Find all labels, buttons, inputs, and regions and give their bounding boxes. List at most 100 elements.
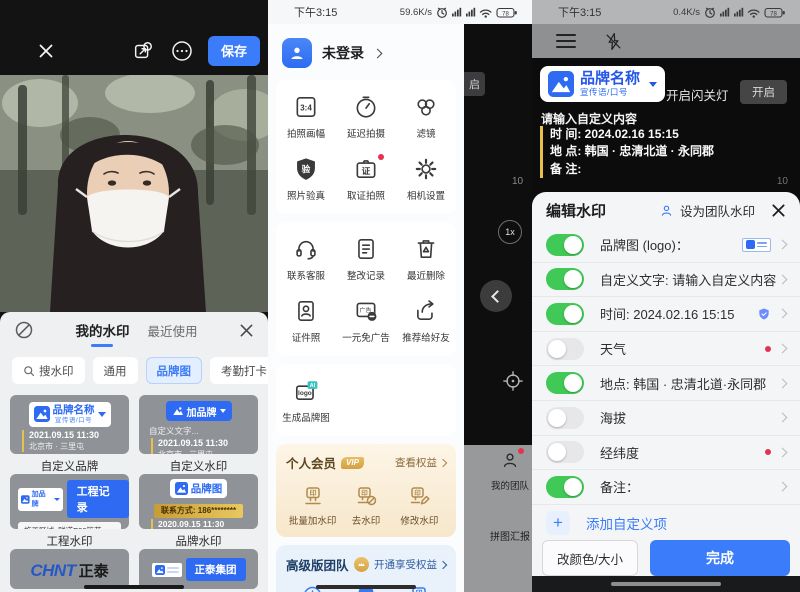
stamp-edit-icon: 印 xyxy=(407,484,431,508)
brand-watermark-badge[interactable]: 品牌名称宣传语/口号 xyxy=(540,66,665,102)
export-icon[interactable] xyxy=(132,40,154,62)
watermark-label: 自定义品牌 xyxy=(10,454,129,474)
chevron-right-icon xyxy=(778,274,788,284)
more-options-icon[interactable] xyxy=(170,39,194,63)
watermark-card-custom-brand[interactable]: 品牌名称宣传语/口号 2021.09.15 11:30北京市 · 三里屯 xyxy=(10,395,129,454)
image-icon xyxy=(21,495,30,504)
edit-watermark-sheet: 编辑水印 设为团队水印 品牌图 (logo)：自定义文字: 请输入自定义内容时间… xyxy=(532,192,800,592)
menu-item-aspect-ratio[interactable]: 3:4拍照画幅 xyxy=(276,85,336,147)
category-tab-2[interactable]: 考勤打卡 xyxy=(210,357,268,384)
field-row-2[interactable]: 时间: 2024.02.16 15:15 xyxy=(532,297,800,332)
no-watermark-icon[interactable] xyxy=(14,320,34,340)
toggle-on[interactable] xyxy=(546,476,584,498)
on-button-fragment[interactable]: 启 xyxy=(464,72,485,96)
vip-item-stamp-remove[interactable]: 印去水印 xyxy=(339,478,392,533)
records-icon xyxy=(353,236,379,262)
chevron-right-icon xyxy=(373,48,383,58)
watermark-card-chint-group[interactable]: 正泰集团 xyxy=(139,549,258,589)
category-tabs: 搜水印 通用品牌图考勤打卡工程记录 xyxy=(0,348,268,391)
svg-text:AI: AI xyxy=(310,383,316,389)
vip-badge: VIP xyxy=(341,457,364,469)
puzzle-report-label[interactable]: 拼图汇报 xyxy=(490,528,530,543)
add-custom-item-row[interactable]: + 添加自定义项 xyxy=(532,505,800,541)
menu-item-filter[interactable]: 滤镜 xyxy=(396,85,456,147)
toggle-off[interactable] xyxy=(546,338,584,360)
filter-icon xyxy=(413,94,439,120)
field-row-6[interactable]: 经纬度 xyxy=(532,436,800,471)
menu-item-trash[interactable]: 最近删除 xyxy=(396,227,456,289)
done-button[interactable]: 完成 xyxy=(650,540,790,576)
home-indicator xyxy=(316,585,416,589)
toggle-on[interactable] xyxy=(546,372,584,394)
toggle-on[interactable] xyxy=(546,303,584,325)
vip-item-stamp-edit[interactable]: 印修改水印 xyxy=(393,478,446,533)
menu-drawer-panel: 下午3:15 59.6K/s 78 启 10 1x 我的团队 拼图汇报 xyxy=(268,0,532,592)
menu-icon[interactable] xyxy=(556,34,576,49)
image-icon xyxy=(172,405,184,417)
change-color-size-button[interactable]: 改颜色/大小 xyxy=(542,540,638,576)
login-row[interactable]: 未登录 xyxy=(268,24,464,80)
menu-item-timer[interactable]: 延迟拍摄 xyxy=(336,85,396,147)
tab-my-watermarks[interactable]: 我的水印 xyxy=(75,320,129,340)
field-row-7[interactable]: 备注： xyxy=(532,470,800,505)
menu-item-settings[interactable]: 相机设置 xyxy=(396,147,456,209)
tab-recently-used[interactable]: 最近使用 xyxy=(147,321,197,340)
custom-content-placeholder[interactable]: 请输入自定义内容 xyxy=(541,110,637,127)
id-photo-icon xyxy=(293,298,319,324)
camera-toolbar xyxy=(532,24,800,58)
activate-benefits-link[interactable]: 开通享受权益 xyxy=(374,557,446,572)
home-indicator xyxy=(84,585,184,589)
field-row-0[interactable]: 品牌图 (logo)： xyxy=(532,228,800,263)
save-button[interactable]: 保存 xyxy=(208,36,260,66)
menu-item-evidence-camera[interactable]: 证取证拍照 xyxy=(336,147,396,209)
notification-dot xyxy=(378,154,384,160)
menu-item-support[interactable]: 联系客服 xyxy=(276,227,336,289)
close-sheet-icon[interactable] xyxy=(771,203,786,218)
field-row-1[interactable]: 自定义文字: 请输入自定义内容 xyxy=(532,263,800,298)
my-team-button[interactable]: 我的团队 xyxy=(490,450,530,492)
watermark-card-custom[interactable]: 加品牌 自定义文字... 2021.09.15 11:30北京市 · 三里屯 xyxy=(139,395,258,454)
camera-preview: 品牌名称宣传语/口号 开启闪关灯 开启 请输入自定义内容 时 间: 2024.0… xyxy=(532,58,800,192)
chevron-right-icon xyxy=(439,560,447,568)
menu-item-share[interactable]: 推荐给好友 xyxy=(396,289,456,351)
toggle-on[interactable] xyxy=(546,268,584,290)
watermark-picker-sheet: 我的水印 最近使用 搜水印 通用品牌图考勤打卡工程记录 xyxy=(0,312,268,592)
menu-item-ai-logo[interactable]: logoAI生成品牌图 xyxy=(276,369,336,431)
close-icon[interactable] xyxy=(38,43,54,59)
note-line: 备 注: xyxy=(550,161,714,178)
ad-free-icon: 广告 xyxy=(353,298,379,324)
category-tab-1[interactable]: 品牌图 xyxy=(146,357,203,384)
view-benefits-link[interactable]: 查看权益 xyxy=(395,455,446,470)
svg-text:印: 印 xyxy=(361,488,368,497)
field-row-4[interactable]: 地点: 韩国 · 忠清北道·永同郡 xyxy=(532,366,800,401)
menu-item-photo-verify[interactable]: 验照片验真 xyxy=(276,147,336,209)
flash-on-button[interactable]: 开启 xyxy=(740,80,787,104)
verified-shield-icon xyxy=(757,307,771,321)
watermark-label: 自定义水印 xyxy=(139,454,258,474)
toggle-off[interactable] xyxy=(546,407,584,429)
watermark-card-brand[interactable]: 品牌图 联系方式: 186******** 2020.09.15 11:30北京… xyxy=(139,474,258,529)
menu-item-ad-free[interactable]: 广告一元免广告 xyxy=(336,289,396,351)
watermark-card-chint-logo[interactable]: CHNT正泰 xyxy=(10,549,129,589)
close-sheet-icon[interactable] xyxy=(239,323,254,338)
set-team-watermark-link[interactable]: 设为团队水印 xyxy=(680,201,755,220)
menu-item-id-photo[interactable]: 证件照 xyxy=(276,289,336,351)
field-row-5[interactable]: 海拔 xyxy=(532,401,800,436)
field-row-3[interactable]: 天气 xyxy=(532,332,800,367)
menu-item-records[interactable]: 整改记录 xyxy=(336,227,396,289)
photo-editor-panel: 保存 xyxy=(0,0,268,592)
settings-icon xyxy=(413,156,439,182)
collapse-button[interactable] xyxy=(480,280,512,312)
team-person-icon xyxy=(659,203,674,218)
toggle-on[interactable] xyxy=(546,234,584,256)
menu-drawer: 未登录 3:4拍照画幅延迟拍摄滤镜验照片验真证取证拍照相机设置 联系客服整改记录… xyxy=(268,24,464,592)
watermark-card-engineering[interactable]: 加品牌 工程记录 施工区域: 隧道E30管节施工内容: 混凝土浇筑拍摄时间: 2… xyxy=(10,474,129,529)
locate-icon[interactable] xyxy=(502,370,524,392)
zoom-level-chip[interactable]: 1x xyxy=(498,220,522,244)
flash-off-icon[interactable] xyxy=(604,32,623,51)
category-tab-0[interactable]: 通用 xyxy=(93,357,138,384)
search-watermark-pill[interactable]: 搜水印 xyxy=(12,357,85,384)
zoom-scale-mark: 10 xyxy=(777,176,788,187)
toggle-off[interactable] xyxy=(546,441,584,463)
vip-item-stamp-add[interactable]: 印批量加水印 xyxy=(286,478,339,533)
